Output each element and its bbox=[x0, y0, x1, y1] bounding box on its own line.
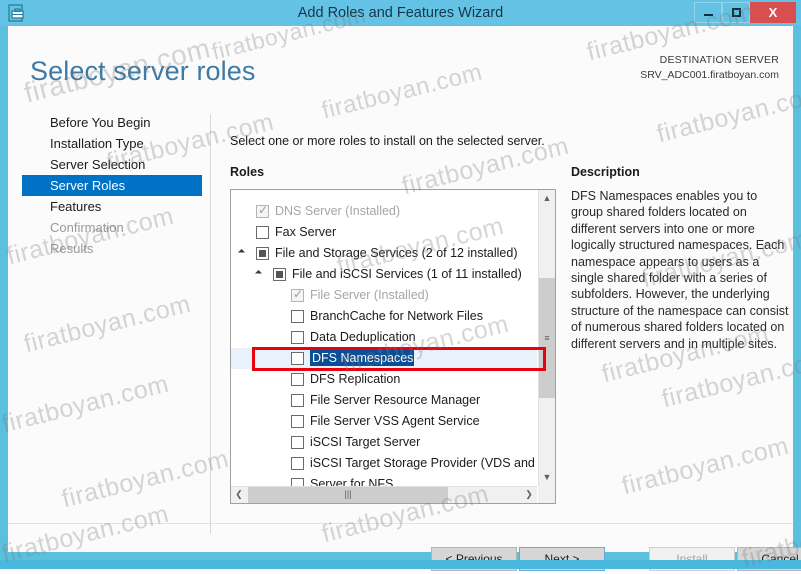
role-label: Data Deduplication bbox=[310, 330, 416, 345]
role-label: iSCSI Target Storage Provider (VDS and V… bbox=[310, 456, 537, 471]
role-row[interactable]: File and iSCSI Services (1 of 11 install… bbox=[231, 264, 537, 285]
scroll-left-icon[interactable]: ❮ bbox=[231, 487, 247, 503]
role-label: DNS Server (Installed) bbox=[275, 204, 401, 219]
role-row[interactable]: File and Storage Services (2 of 12 insta… bbox=[231, 243, 537, 264]
role-label: File Server (Installed) bbox=[310, 288, 429, 303]
role-row[interactable]: DFS Replication bbox=[231, 369, 537, 390]
sidebar-item-results: Results bbox=[50, 241, 94, 256]
role-checkbox[interactable] bbox=[291, 352, 304, 365]
role-label: BranchCache for Network Files bbox=[310, 309, 483, 324]
roles-list-viewport: ✓ DNS Server (Installed) Fax Server File an… bbox=[231, 190, 537, 503]
role-checkbox[interactable] bbox=[256, 226, 269, 239]
role-checkbox[interactable] bbox=[291, 373, 304, 386]
expander-expanded-icon[interactable] bbox=[254, 269, 263, 278]
role-label: File Server VSS Agent Service bbox=[310, 414, 480, 429]
partial-check-icon bbox=[259, 250, 266, 257]
destination-server-block: DESTINATION SERVER SRV_ADC001.firatboyan… bbox=[640, 53, 779, 83]
role-row[interactable]: ✓ DNS Server (Installed) bbox=[231, 201, 537, 222]
roles-vertical-scrollbar[interactable]: ▲ ≡ ▼ bbox=[538, 190, 555, 486]
role-checkbox[interactable] bbox=[273, 268, 286, 281]
sidebar-item-server-roles[interactable]: Server Roles bbox=[22, 175, 202, 196]
footer-divider bbox=[8, 523, 793, 524]
description-title: Description bbox=[571, 165, 640, 179]
window-title: Add Roles and Features Wizard bbox=[297, 5, 504, 21]
sidebar-item-features[interactable]: Features bbox=[22, 196, 202, 217]
wizard-client-area: Select server roles DESTINATION SERVER S… bbox=[8, 26, 801, 571]
scrollbar-corner bbox=[538, 486, 555, 503]
wizard-steps-nav: Before You Begin Installation Type Server … bbox=[22, 112, 202, 259]
destination-server-value: SRV_ADC001.firatboyan.com bbox=[640, 69, 779, 81]
sidebar-item-before-you-begin[interactable]: Before You Begin bbox=[22, 112, 202, 133]
roles-section-label: Roles bbox=[230, 165, 265, 179]
sidebar-item-installation-type[interactable]: Installation Type bbox=[22, 133, 202, 154]
horizontal-scroll-thumb[interactable]: ||| bbox=[248, 487, 448, 503]
role-checkbox[interactable] bbox=[291, 310, 304, 323]
instruction-text: Select one or more roles to install on t… bbox=[230, 134, 545, 148]
role-label: DFS Replication bbox=[310, 372, 401, 387]
scroll-up-icon[interactable]: ▲ bbox=[539, 190, 555, 207]
role-row[interactable]: Fax Server bbox=[231, 222, 537, 243]
scroll-down-icon[interactable]: ▼ bbox=[539, 469, 555, 486]
role-label: Fax Server bbox=[275, 225, 337, 240]
role-label: DFS Namespaces bbox=[310, 350, 415, 367]
role-row[interactable]: ✓ File Server (Installed) bbox=[231, 285, 537, 306]
role-label: File Server Resource Manager bbox=[310, 393, 481, 408]
role-checkbox[interactable] bbox=[291, 415, 304, 428]
page-title: Select server roles bbox=[30, 56, 256, 86]
close-button[interactable]: X bbox=[750, 2, 796, 23]
sidebar-item-server-selection[interactable]: Server Selection bbox=[22, 154, 202, 175]
role-checkbox[interactable] bbox=[291, 436, 304, 449]
maximize-button[interactable] bbox=[722, 2, 750, 23]
wizard-window: Add Roles and Features Wizard X Select s… bbox=[0, 0, 801, 571]
role-label: File and iSCSI Services (1 of 11 install… bbox=[292, 267, 522, 282]
roles-list-box[interactable]: ✓ DNS Server (Installed) Fax Server File an… bbox=[230, 189, 556, 504]
role-row[interactable]: iSCSI Target Server bbox=[231, 432, 537, 453]
role-label: iSCSI Target Server bbox=[310, 435, 421, 450]
desktop-taskbar-strip bbox=[0, 560, 801, 569]
role-row[interactable]: DFS Namespaces bbox=[231, 348, 537, 369]
role-row[interactable]: File Server Resource Manager bbox=[231, 390, 537, 411]
scroll-right-icon[interactable]: ❯ bbox=[521, 487, 537, 503]
sidebar-item-confirmation: Confirmation bbox=[50, 220, 124, 235]
role-checkbox: ✓ bbox=[291, 287, 304, 302]
role-checkbox[interactable] bbox=[291, 457, 304, 470]
description-text: DFS Namespaces enables you to group shar… bbox=[571, 189, 789, 351]
title-bar: Add Roles and Features Wizard X bbox=[0, 0, 801, 26]
vertical-scroll-thumb[interactable]: ≡ bbox=[539, 278, 555, 398]
roles-horizontal-scrollbar[interactable]: ❮ ||| ❯ bbox=[231, 486, 537, 503]
role-row[interactable]: iSCSI Target Storage Provider (VDS and V… bbox=[231, 453, 537, 474]
expander-expanded-icon[interactable] bbox=[237, 248, 246, 257]
role-checkbox[interactable] bbox=[291, 394, 304, 407]
sidebar-divider bbox=[210, 114, 211, 534]
partial-check-icon bbox=[276, 271, 283, 278]
description-panel: Description DFS Namespaces enables you t… bbox=[571, 165, 789, 352]
minimize-button[interactable] bbox=[694, 2, 722, 23]
role-label: File and Storage Services (2 of 12 insta… bbox=[275, 246, 518, 261]
role-checkbox[interactable] bbox=[256, 247, 269, 260]
role-row[interactable]: File Server VSS Agent Service bbox=[231, 411, 537, 432]
role-checkbox: ✓ bbox=[256, 203, 269, 218]
role-row[interactable]: Data Deduplication bbox=[231, 327, 537, 348]
checkmark-icon: ✓ bbox=[293, 287, 304, 301]
role-checkbox[interactable] bbox=[291, 331, 304, 344]
destination-server-label: DESTINATION SERVER bbox=[659, 54, 779, 66]
checkmark-icon: ✓ bbox=[258, 203, 269, 217]
role-row[interactable]: BranchCache for Network Files bbox=[231, 306, 537, 327]
